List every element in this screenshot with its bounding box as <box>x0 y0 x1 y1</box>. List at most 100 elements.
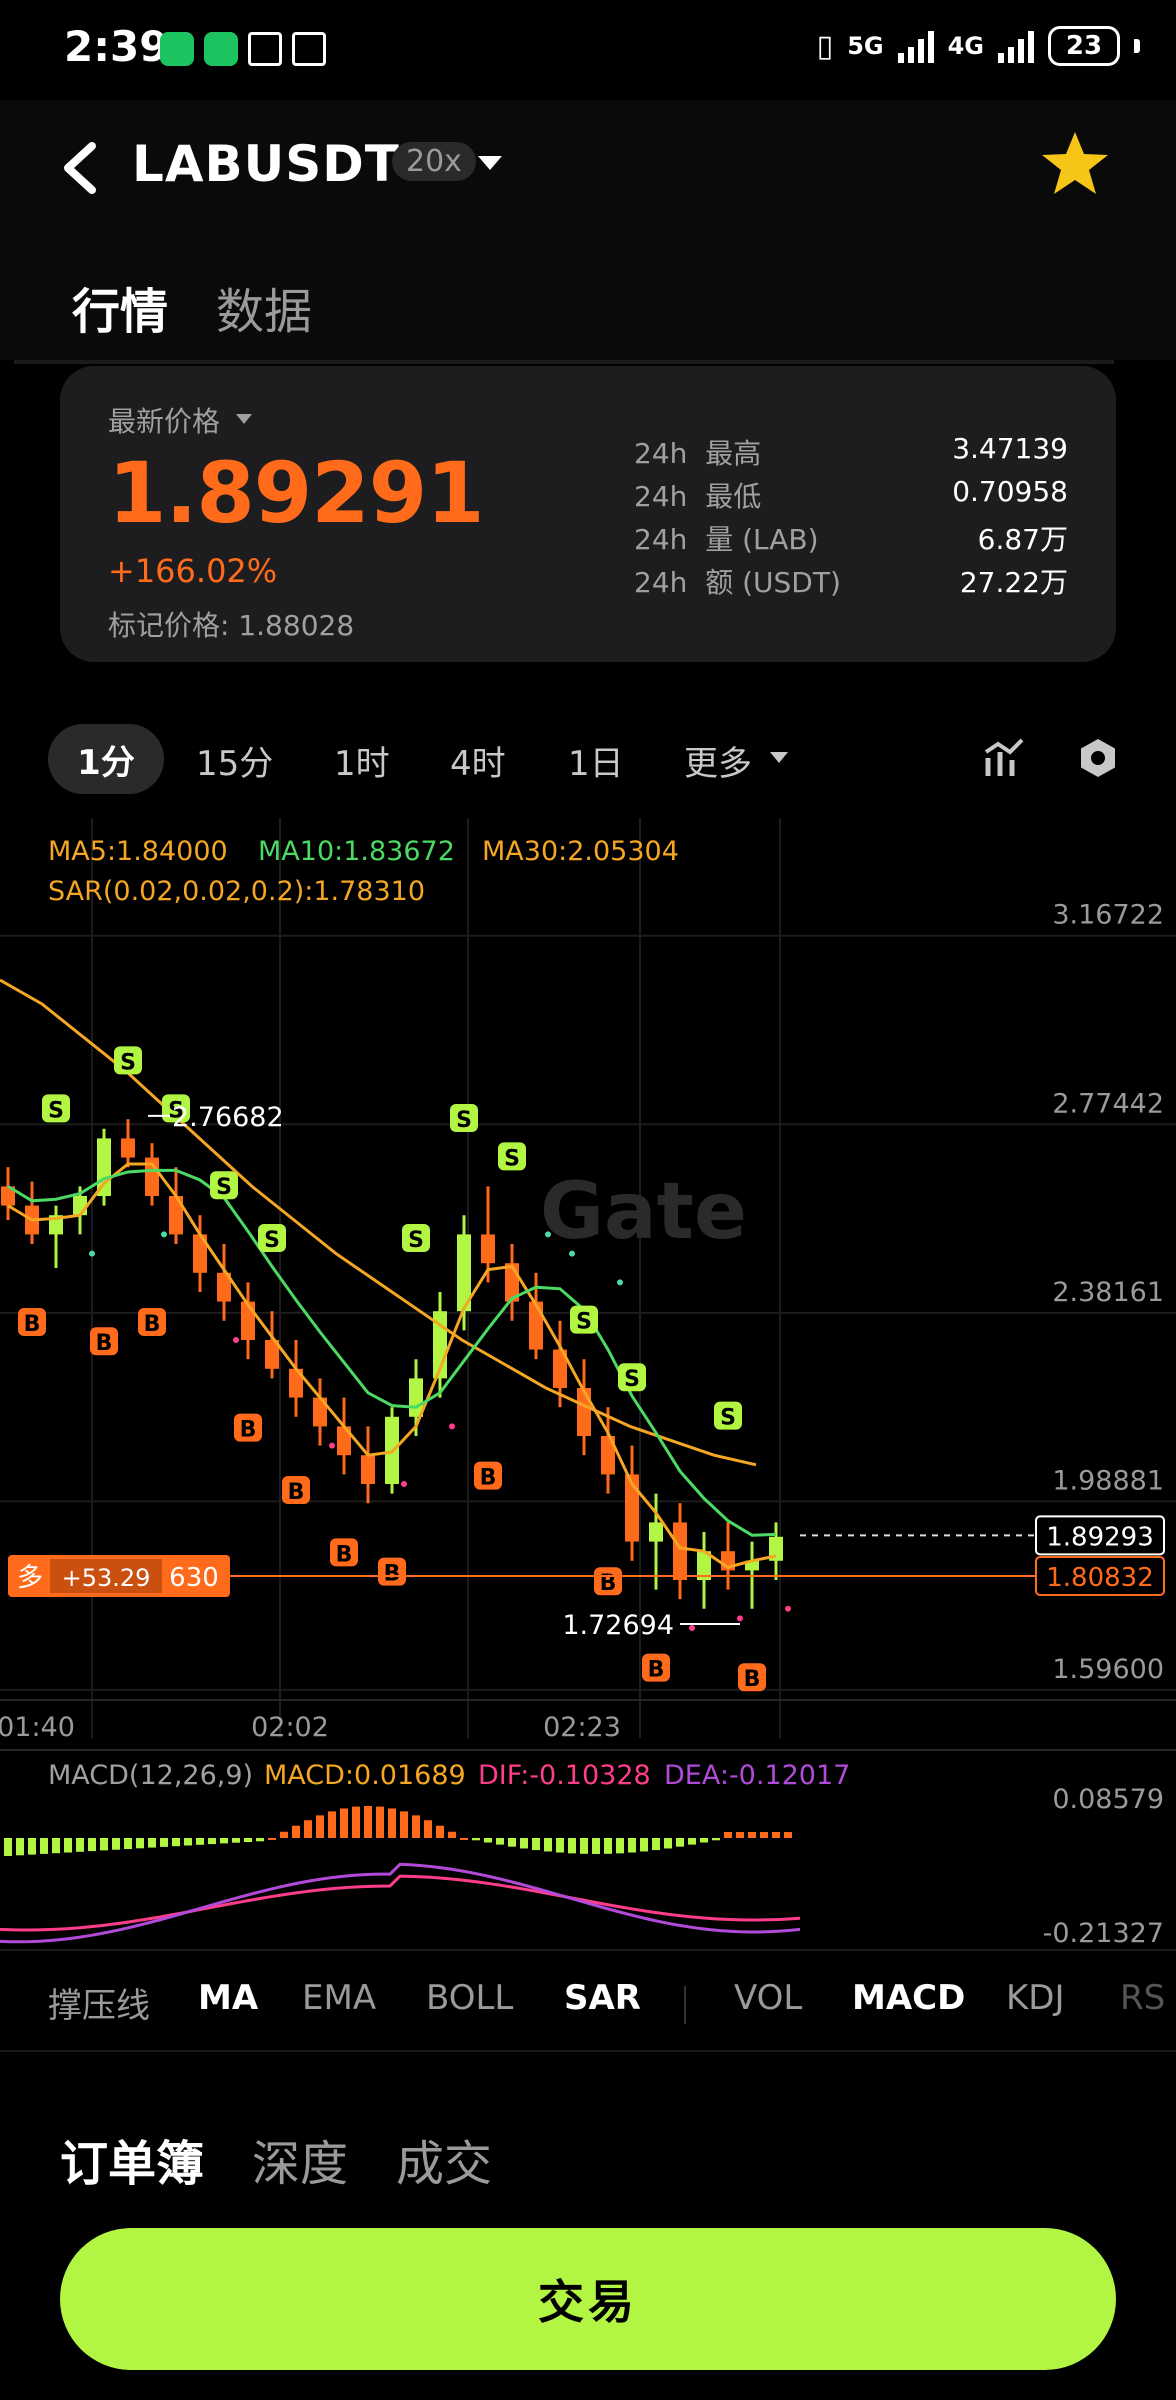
trade-button[interactable]: 交易 <box>60 2228 1116 2370</box>
macd-bar <box>760 1832 768 1838</box>
macd-bar <box>220 1838 228 1844</box>
macd-bar <box>424 1820 432 1838</box>
mark-price-label: 标记价格: <box>108 609 230 642</box>
sar-dot <box>401 1481 407 1487</box>
price-axis-label: 3.16722 <box>1052 900 1164 931</box>
price-axis-label: 2.38161 <box>1052 1277 1164 1308</box>
dea-value: DEA:-0.12017 <box>664 1760 851 1791</box>
candle-body <box>577 1388 591 1436</box>
position-side: 多 <box>17 1563 43 1593</box>
stat-label: 额 (USDT) <box>705 566 841 599</box>
indicator-boll[interactable]: BOLL <box>426 1978 513 2018</box>
stat-value: 3.47139 <box>952 432 1068 465</box>
indicator-sar[interactable]: SAR <box>564 1978 641 2018</box>
macd-bar <box>508 1838 516 1847</box>
macd-bar <box>280 1831 288 1838</box>
macd-bar <box>328 1811 336 1838</box>
macd-bar <box>196 1838 204 1845</box>
indicator-rsi[interactable]: RS <box>1120 1978 1165 2018</box>
macd-bar <box>232 1838 240 1843</box>
macd-bar <box>556 1838 564 1853</box>
tab-trades[interactable]: 成交 <box>396 2124 492 2194</box>
pair-title[interactable]: LABUSDT <box>132 135 400 193</box>
macd-bar <box>64 1838 72 1853</box>
stat-value: 0.70958 <box>952 475 1068 508</box>
candle-body <box>361 1455 375 1484</box>
macd-bar <box>736 1832 744 1838</box>
interval-more[interactable]: 更多 <box>684 736 752 785</box>
tab-order-book[interactable]: 订单簿 <box>60 2124 204 2194</box>
stat-high: 24h 最高 3.47139 <box>634 432 1068 472</box>
sar-dot <box>737 1615 743 1622</box>
drawing-tool-icon[interactable] <box>982 736 1026 780</box>
macd-bar <box>652 1838 660 1851</box>
leverage-badge[interactable]: 20x <box>392 142 476 181</box>
buy-marker-label: B <box>240 1418 257 1443</box>
sar-dot <box>785 1605 791 1612</box>
mark-price: 标记价格: 1.88028 <box>108 604 354 644</box>
macd-bar <box>628 1838 636 1853</box>
caret-down-icon[interactable] <box>236 414 252 424</box>
buy-marker-label: B <box>288 1480 305 1505</box>
price-axis-label: 1.98881 <box>1052 1465 1164 1496</box>
bluetooth-battery-icon <box>292 32 326 66</box>
macd-bar <box>100 1838 108 1851</box>
price-axis-label: 2.77442 <box>1052 1088 1164 1119</box>
status-time: 2:39 <box>64 22 169 71</box>
macd-bar <box>148 1838 156 1848</box>
indicator-macd[interactable]: MACD <box>852 1978 965 2018</box>
macd-bar <box>520 1838 528 1849</box>
star-icon[interactable] <box>1040 128 1110 198</box>
macd-bar <box>580 1838 588 1854</box>
macd-bar <box>772 1832 780 1838</box>
macd-bar <box>136 1838 144 1849</box>
interval-1d[interactable]: 1日 <box>568 736 624 785</box>
tab-market[interactable]: 行情 <box>72 272 168 342</box>
signal-icon <box>897 29 934 63</box>
indicator-ema[interactable]: EMA <box>302 1978 376 2018</box>
sar-dot <box>617 1279 623 1286</box>
macd-bar <box>472 1838 480 1841</box>
interval-15m[interactable]: 15分 <box>196 736 273 785</box>
chevron-down-icon[interactable] <box>478 156 502 170</box>
settings-hexagon-icon[interactable] <box>1076 736 1120 780</box>
macd-bar <box>448 1831 456 1838</box>
stat-volume: 24h 量 (LAB) 6.87万 <box>634 518 1068 558</box>
tab-depth[interactable]: 深度 <box>252 2124 348 2194</box>
more-caret-icon[interactable] <box>770 752 788 763</box>
interval-4h[interactable]: 4时 <box>450 736 506 785</box>
time-axis-label: 01:40 <box>0 1712 75 1743</box>
macd-bar <box>376 1806 384 1838</box>
indicator-ma[interactable]: MA <box>198 1978 258 2018</box>
indicator-support[interactable]: 撑压线 <box>48 1978 150 2027</box>
sar-dot <box>569 1250 575 1257</box>
high-price-label: 2.76682 <box>172 1102 284 1133</box>
nfc-icon <box>248 32 282 66</box>
candle-body <box>241 1301 255 1340</box>
ma10-legend: MA10:1.83672 <box>258 836 455 867</box>
sell-marker-label: S <box>216 1175 232 1200</box>
macd-bar <box>496 1838 504 1845</box>
status-notification-icons <box>160 32 326 66</box>
macd-bar <box>52 1838 60 1854</box>
wechat-icon <box>160 32 194 66</box>
dif-line <box>0 1874 801 1932</box>
candle-body <box>649 1522 663 1542</box>
macd-bar <box>436 1825 444 1838</box>
tab-data[interactable]: 数据 <box>216 272 312 342</box>
macd-bar <box>268 1838 276 1840</box>
interval-1h[interactable]: 1时 <box>334 736 390 785</box>
interval-1m[interactable]: 1分 <box>48 724 164 794</box>
buy-marker-label: B <box>144 1312 161 1337</box>
vibrate-icon: ▯ <box>816 28 834 64</box>
low-price-label: 1.72694 <box>562 1610 674 1641</box>
macd-axis-label: -0.21327 <box>1043 1918 1164 1949</box>
indicator-kdj[interactable]: KDJ <box>1006 1978 1065 2018</box>
macd-bar <box>568 1838 576 1854</box>
buy-marker-label: B <box>336 1542 353 1567</box>
macd-bar <box>604 1838 612 1854</box>
latest-price-label[interactable]: 最新价格 <box>108 400 220 440</box>
macd-bar <box>364 1806 372 1838</box>
indicator-vol[interactable]: VOL <box>734 1978 802 2018</box>
back-arrow-icon[interactable] <box>60 140 100 196</box>
